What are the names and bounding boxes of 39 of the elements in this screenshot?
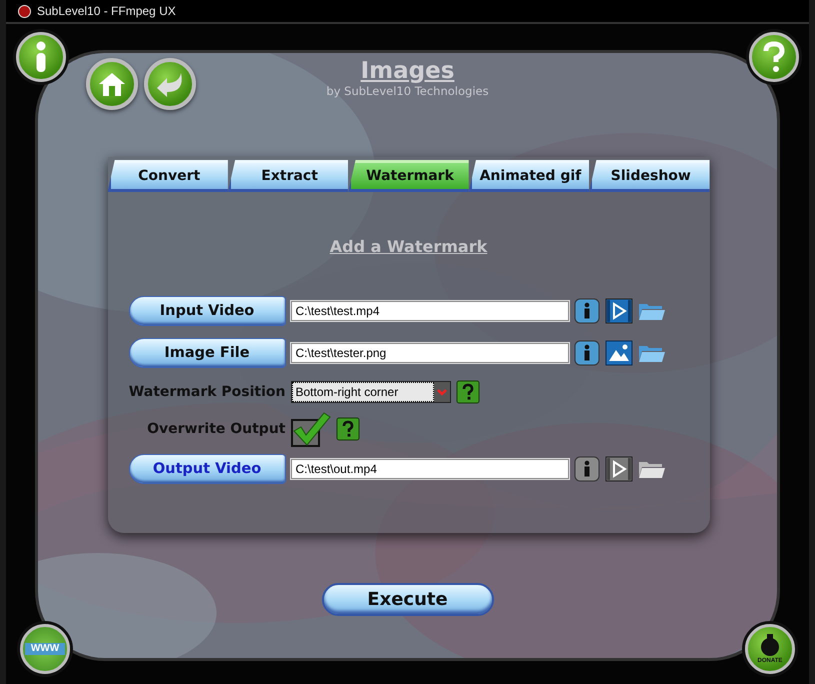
folder-icon[interactable] <box>638 459 666 479</box>
overwrite-checkbox[interactable] <box>290 411 330 447</box>
path-field[interactable]: C:\test\out.mp4 <box>290 459 568 479</box>
file-label-button[interactable]: Output Video <box>128 454 286 484</box>
money-bag-icon <box>761 634 779 658</box>
execute-button[interactable]: Execute <box>322 583 494 616</box>
field-label: Watermark Position <box>128 384 286 400</box>
section-title: Add a Watermark <box>330 237 488 256</box>
help-icon[interactable] <box>456 380 480 404</box>
image-icon[interactable] <box>604 340 632 366</box>
tab[interactable]: Animated gif <box>468 160 590 192</box>
info-icon[interactable] <box>574 298 600 324</box>
help-button[interactable] <box>749 32 799 82</box>
info-icon[interactable] <box>574 456 600 482</box>
caret-icon <box>434 382 450 402</box>
tab[interactable]: Convert <box>108 160 228 192</box>
field-label: Overwrite Output <box>146 421 286 437</box>
window-title: SubLevel10 - FFmpeg UX <box>37 4 176 18</box>
video-play-icon[interactable] <box>604 456 632 482</box>
info-button[interactable] <box>16 32 66 82</box>
file-label-button[interactable]: Image File <box>128 338 286 368</box>
tab[interactable]: Watermark <box>348 160 469 192</box>
page-title: Images <box>360 59 454 84</box>
folder-icon[interactable] <box>638 301 666 321</box>
home-icon <box>98 71 126 97</box>
help-icon[interactable] <box>336 417 360 441</box>
tab[interactable]: Extract <box>228 160 348 192</box>
file-label-button[interactable]: Input Video <box>128 296 286 326</box>
info-icon[interactable] <box>574 340 600 366</box>
page-subtitle: by SubLevel10 Technologies <box>326 84 489 98</box>
app-icon <box>18 4 31 18</box>
help-icon <box>762 41 786 73</box>
info-icon <box>34 41 48 73</box>
tab[interactable]: Slideshow <box>589 160 710 192</box>
path-field[interactable]: C:\test\test.mp4 <box>290 301 568 321</box>
video-play-icon[interactable] <box>604 298 632 324</box>
path-field[interactable]: C:\test\tester.png <box>290 343 568 363</box>
folder-icon[interactable] <box>638 343 666 363</box>
position-dropdown[interactable]: Bottom-right corner <box>290 381 450 403</box>
